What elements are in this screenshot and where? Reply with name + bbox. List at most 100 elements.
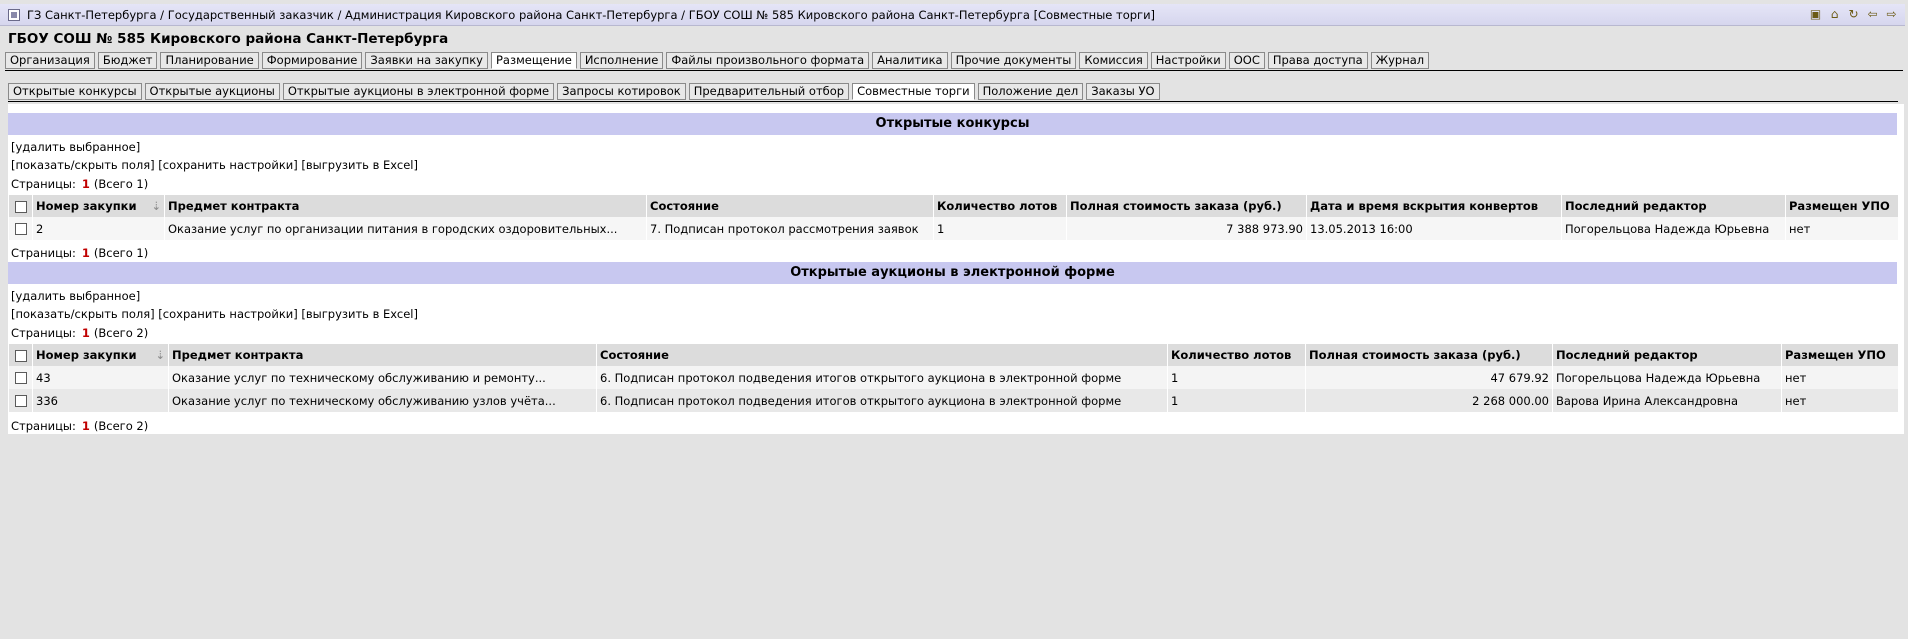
column-header[interactable]: Номер закупки ⇣ (32, 344, 169, 366)
tab-analytics[interactable]: Аналитика (872, 52, 948, 69)
cell-number[interactable]: 336 (32, 389, 169, 412)
folder-icon[interactable]: ▣ (1808, 7, 1823, 22)
toggle-fields-link[interactable]: [показать/скрыть поля] (11, 307, 155, 321)
table-row[interactable]: 2 Оказание услуг по организации питания … (8, 217, 1898, 240)
content-panel: Открытые конкурсы [удалить выбранное] [п… (8, 104, 1904, 434)
tab-other-documents[interactable]: Прочие документы (950, 52, 1077, 69)
electronic-auctions-table: Номер закупки ⇣ Предмет контракта Состоян… (8, 344, 1898, 412)
section-header-open-competitions: Открытые конкурсы (8, 113, 1897, 135)
pager: Страницы: 1 (Всего 1) (11, 177, 148, 191)
column-header[interactable]: Номер закупки ⇣ (32, 195, 165, 217)
tab-placement[interactable]: Размещение (491, 52, 577, 69)
pager: Страницы: 1 (Всего 2) (11, 326, 148, 340)
column-header[interactable]: Предмет контракта (168, 344, 597, 366)
column-header[interactable]: Полная стоимость заказа (руб.) (1305, 344, 1553, 366)
sort-icon[interactable]: ⇣ (155, 348, 165, 362)
tab-oos[interactable]: ООС (1228, 52, 1265, 69)
cell-cost: 47 679.92 (1305, 366, 1553, 389)
tab-organization[interactable]: Организация (5, 52, 95, 69)
column-header[interactable]: Размещен УПО (1781, 344, 1898, 366)
cell-cost: 2 268 000.00 (1305, 389, 1553, 412)
pager-total: (Всего 2) (93, 419, 149, 433)
table-row[interactable]: 43 Оказание услуг по техническому обслуж… (8, 366, 1898, 389)
subtabs-divider (8, 101, 1898, 102)
tab-arbitrary-files[interactable]: Файлы произвольного формата (666, 52, 870, 69)
page-number[interactable]: 1 (82, 419, 90, 433)
cell-lots: 1 (1167, 366, 1306, 389)
column-header[interactable]: Количество лотов (1167, 344, 1306, 366)
column-header[interactable]: Размещен УПО (1785, 195, 1898, 217)
pager-label: Страницы: (11, 326, 76, 340)
tab-budget[interactable]: Бюджет (97, 52, 158, 69)
forward-arrow-icon[interactable]: ⇨ (1884, 7, 1899, 22)
subtab-uo-orders[interactable]: Заказы УО (1086, 83, 1160, 100)
table-header: Номер закупки ⇣ Предмет контракта Состоян… (8, 195, 1898, 217)
breadcrumb: ГЗ Санкт-Петербурга / Государственный за… (27, 7, 1156, 22)
column-header[interactable]: Состояние (596, 344, 1168, 366)
delete-selected-link[interactable]: [удалить выбранное] (11, 140, 140, 154)
sort-icon[interactable]: ⇣ (151, 199, 161, 213)
subtab-preselection[interactable]: Предварительный отбор (688, 83, 850, 100)
cell-subject[interactable]: Оказание услуг по техническому обслужива… (168, 389, 597, 412)
pager-label: Страницы: (11, 246, 76, 260)
home-icon[interactable]: ⌂ (1827, 7, 1842, 22)
pager-total: (Всего 1) (93, 246, 149, 260)
page-title: ГБОУ СОШ № 585 Кировского района Санкт-П… (8, 31, 449, 47)
column-header[interactable]: Дата и время вскрытия конвертов (1306, 195, 1562, 217)
refresh-icon[interactable]: ↻ (1846, 7, 1861, 22)
cell-subject[interactable]: Оказание услуг по техническому обслужива… (168, 366, 597, 389)
column-header[interactable]: Последний редактор (1561, 195, 1786, 217)
export-excel-link[interactable]: [выгрузить в Excel] (301, 307, 418, 321)
delete-selected-link[interactable]: [удалить выбранное] (11, 289, 140, 303)
column-header[interactable]: Полная стоимость заказа (руб.) (1066, 195, 1307, 217)
title-bar: ГЗ Санкт-Петербурга / Государственный за… (0, 4, 1905, 26)
tab-commission[interactable]: Комиссия (1079, 52, 1148, 69)
pager: Страницы: 1 (Всего 2) (11, 419, 148, 433)
column-header[interactable]: Количество лотов (933, 195, 1067, 217)
tab-journal[interactable]: Журнал (1370, 52, 1430, 69)
tab-execution[interactable]: Исполнение (579, 52, 664, 69)
toggle-fields-link[interactable]: [показать/скрыть поля] (11, 158, 155, 172)
cell-cost: 7 388 973.90 (1066, 217, 1307, 240)
row-checkbox[interactable] (8, 366, 33, 389)
column-header[interactable]: Предмет контракта (164, 195, 647, 217)
page-number[interactable]: 1 (82, 326, 90, 340)
select-all-checkbox[interactable] (8, 344, 33, 366)
column-header[interactable]: Состояние (646, 195, 934, 217)
tab-settings[interactable]: Настройки (1150, 52, 1226, 69)
row-checkbox[interactable] (8, 389, 33, 412)
window-icon (8, 8, 20, 21)
cell-number[interactable]: 2 (32, 217, 165, 240)
pager-label: Страницы: (11, 419, 76, 433)
tab-purchase-requests[interactable]: Заявки на закупку (365, 52, 488, 69)
table-row[interactable]: 336 Оказание услуг по техническому обслу… (8, 389, 1898, 412)
tab-formation[interactable]: Формирование (261, 52, 363, 69)
page-number[interactable]: 1 (82, 177, 90, 191)
subtab-open-auctions[interactable]: Открытые аукционы (144, 83, 280, 100)
save-settings-link[interactable]: [сохранить настройки] (158, 307, 297, 321)
row-checkbox[interactable] (8, 217, 33, 240)
cell-subject[interactable]: Оказание услуг по организации питания в … (164, 217, 647, 240)
save-settings-link[interactable]: [сохранить настройки] (158, 158, 297, 172)
subtab-open-competitions[interactable]: Открытые конкурсы (8, 83, 142, 100)
main-tabs: Организация Бюджет Планирование Формиров… (5, 52, 1430, 69)
back-arrow-icon[interactable]: ⇦ (1865, 7, 1880, 22)
subtab-joint-tenders[interactable]: Совместные торги (852, 83, 975, 100)
tab-planning[interactable]: Планирование (160, 52, 259, 69)
subtab-status[interactable]: Положение дел (977, 83, 1084, 100)
tab-access-rights[interactable]: Права доступа (1267, 52, 1368, 69)
tabs-divider (5, 70, 1903, 71)
cell-upo: нет (1781, 366, 1898, 389)
export-excel-link[interactable]: [выгрузить в Excel] (301, 158, 418, 172)
cell-lots: 1 (1167, 389, 1306, 412)
page-number[interactable]: 1 (82, 246, 90, 260)
sub-tabs: Открытые конкурсы Открытые аукционы Откр… (8, 83, 1160, 100)
competitions-table: Номер закупки ⇣ Предмет контракта Состоян… (8, 195, 1898, 240)
subtab-quote-requests[interactable]: Запросы котировок (557, 83, 686, 100)
subtab-electronic-auctions[interactable]: Открытые аукционы в электронной форме (282, 83, 555, 100)
pager: Страницы: 1 (Всего 1) (11, 246, 148, 260)
cell-number[interactable]: 43 (32, 366, 169, 389)
select-all-checkbox[interactable] (8, 195, 33, 217)
column-header[interactable]: Последний редактор (1552, 344, 1782, 366)
cell-state: 6. Подписан протокол подведения итогов о… (596, 366, 1168, 389)
